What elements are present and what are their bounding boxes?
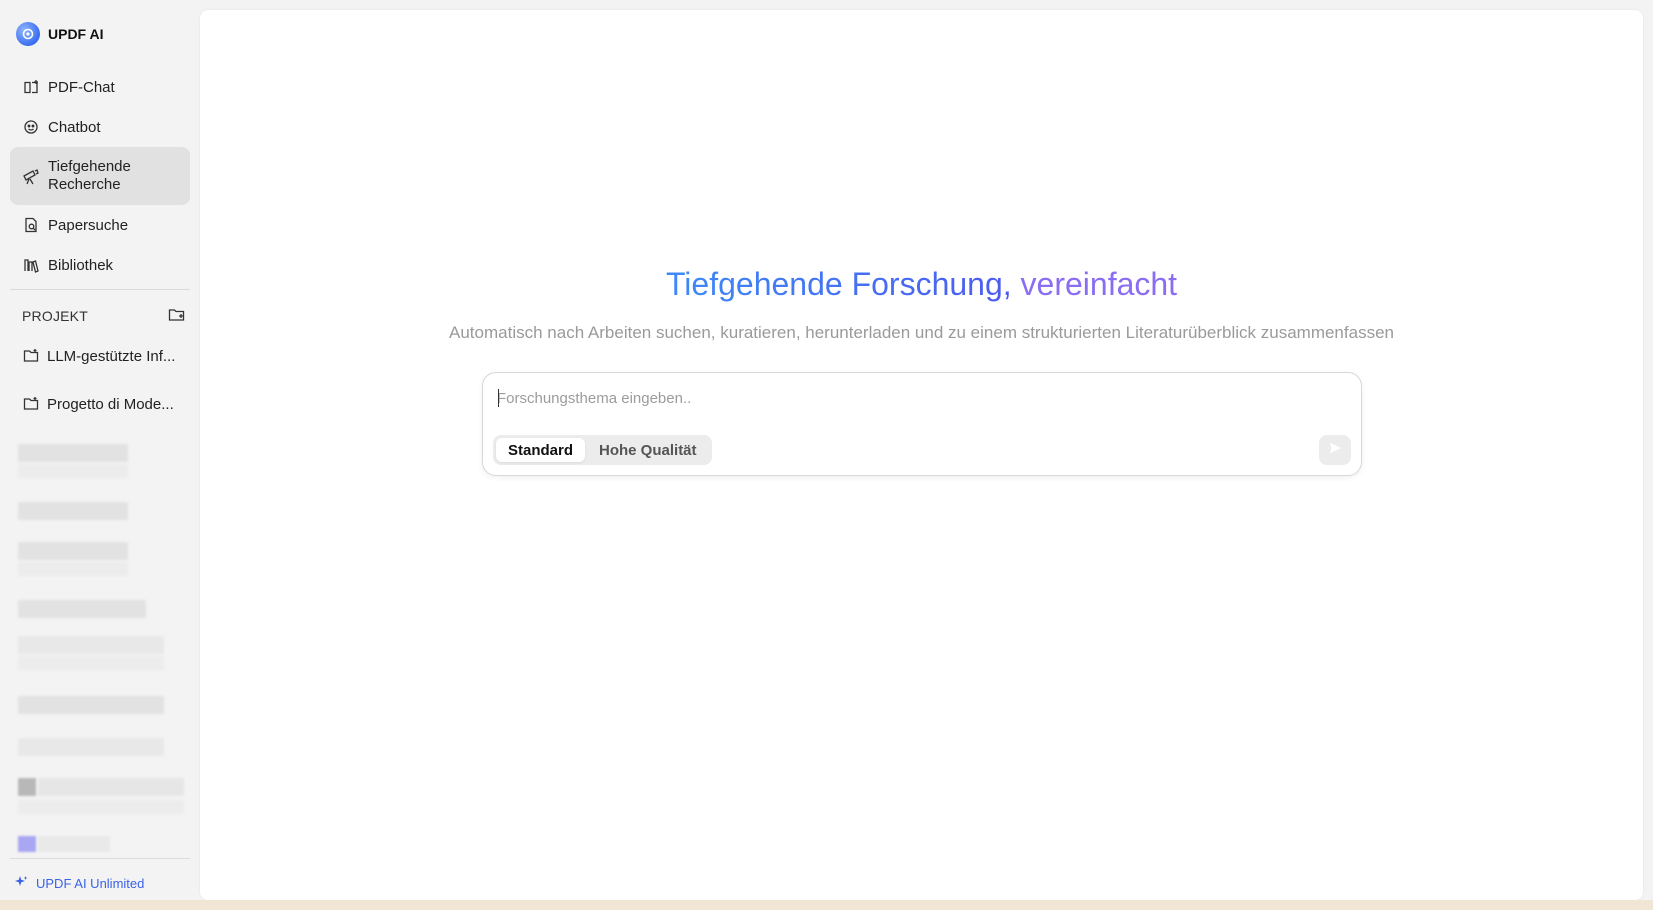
bot-icon: [22, 118, 40, 136]
nav-item-bibliothek[interactable]: Bibliothek: [10, 245, 190, 285]
app-window: UPDF AI PDF-Chat Chatbot Tiefgehende Rec…: [0, 0, 1653, 910]
sidebar-footer-divider: [10, 858, 190, 859]
updf-logo-icon: [16, 22, 40, 46]
project-label: LLM-gestützte Inf...: [47, 347, 176, 365]
project-header-label: PROJEKT: [22, 308, 88, 324]
sidebar-divider: [10, 289, 190, 290]
nav-item-label: Bibliothek: [48, 256, 114, 274]
project-item[interactable]: Progetto di Mode...: [10, 384, 190, 424]
telescope-icon: [22, 167, 40, 185]
project-header: PROJEKT: [22, 306, 186, 326]
nav-item-label: Chatbot: [48, 118, 101, 136]
upgrade-link-label: UPDF AI Unlimited: [36, 876, 145, 891]
mode-standard-button[interactable]: Standard: [496, 438, 586, 462]
title-part-2: vereinfacht: [1020, 266, 1178, 302]
new-folder-icon[interactable]: [168, 307, 186, 326]
upgrade-link[interactable]: UPDF AI Unlimited: [14, 875, 144, 892]
text-caret: [498, 389, 499, 407]
sidebar: UPDF AI PDF-Chat Chatbot Tiefgehende Rec…: [0, 0, 200, 900]
os-taskbar-edge: [0, 900, 1653, 910]
project-item[interactable]: LLM-gestützte Inf...: [10, 336, 190, 376]
send-icon: [1328, 441, 1342, 460]
folder-icon: [22, 395, 40, 413]
project-list: LLM-gestützte Inf... Progetto di Mode...: [10, 336, 190, 432]
send-button[interactable]: [1319, 435, 1351, 465]
nav-item-label: Papersuche: [48, 216, 129, 234]
nav-item-label: PDF-Chat: [48, 78, 115, 96]
quality-mode-toggle: Standard Hohe Qualität: [493, 435, 712, 465]
nav-item-label: Tiefgehende Recherche: [48, 158, 131, 193]
app-name: UPDF AI: [48, 26, 104, 42]
doc-search-icon: [22, 216, 40, 234]
sparkle-icon: [14, 875, 28, 892]
nav-item-deep-research[interactable]: Tiefgehende Recherche: [10, 147, 190, 205]
research-composer: Standard Hohe Qualität: [482, 372, 1362, 476]
redacted-history: [10, 440, 190, 860]
nav-item-chatbot[interactable]: Chatbot: [10, 107, 190, 147]
page-subtitle: Automatisch nach Arbeiten suchen, kurati…: [449, 323, 1394, 342]
book-icon: [22, 78, 40, 96]
app-logo[interactable]: UPDF AI: [16, 22, 103, 46]
main-nav: PDF-Chat Chatbot Tiefgehende Recherche P…: [10, 67, 190, 285]
page-title: Tiefgehende Forschung, vereinfacht: [200, 266, 1643, 303]
nav-item-pdf-chat[interactable]: PDF-Chat: [10, 67, 190, 107]
main-panel: Tiefgehende Forschung, vereinfacht Autom…: [200, 10, 1643, 900]
mode-high-quality-button[interactable]: Hohe Qualität: [587, 438, 709, 462]
title-part-1: Tiefgehende Forschung,: [665, 266, 1012, 302]
folder-icon: [22, 347, 40, 365]
library-icon: [22, 256, 40, 274]
nav-item-papersuche[interactable]: Papersuche: [10, 205, 190, 245]
research-topic-input[interactable]: [497, 383, 1337, 413]
project-label: Progetto di Mode...: [47, 395, 174, 413]
